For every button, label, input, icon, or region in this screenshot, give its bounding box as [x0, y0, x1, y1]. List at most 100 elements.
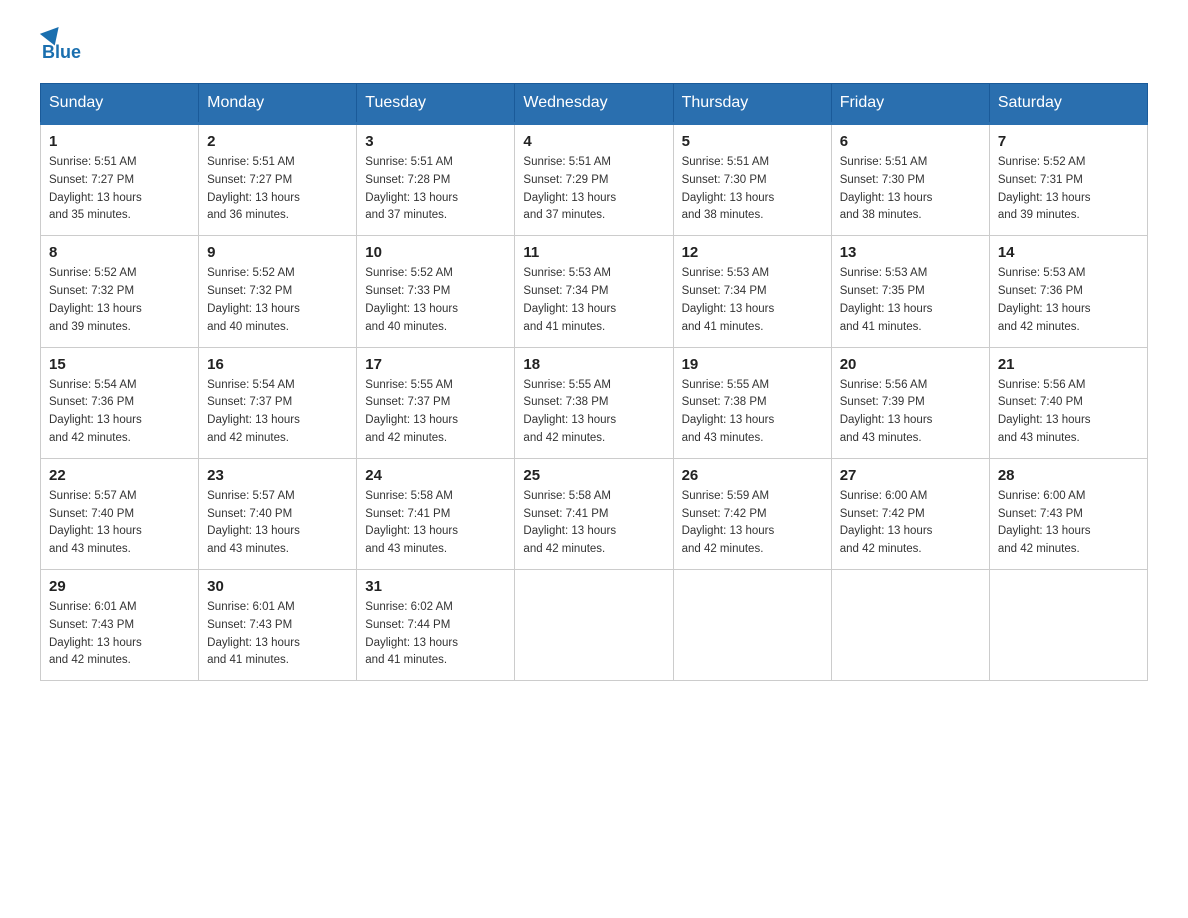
calendar-day-header: Monday [199, 84, 357, 124]
day-number: 21 [998, 356, 1139, 373]
calendar-header-row: SundayMondayTuesdayWednesdayThursdayFrid… [41, 84, 1148, 124]
day-number: 6 [840, 133, 981, 150]
day-number: 17 [365, 356, 506, 373]
day-number: 4 [523, 133, 664, 150]
calendar-day-cell: 21Sunrise: 5:56 AMSunset: 7:40 PMDayligh… [989, 347, 1147, 458]
day-info: Sunrise: 5:51 AMSunset: 7:27 PMDaylight:… [207, 154, 348, 225]
day-info: Sunrise: 5:52 AMSunset: 7:32 PMDaylight:… [207, 265, 348, 336]
calendar-day-cell: 28 Sunrise: 6:00 AMSunset: 7:43 PMDayligh… [989, 458, 1147, 569]
day-info: Sunrise: 5:58 AMSunset: 7:41 PMDaylight:… [365, 488, 506, 559]
day-info: Sunrise: 5:51 AMSunset: 7:28 PMDaylight:… [365, 154, 506, 225]
day-number: 7 [998, 133, 1139, 150]
day-number: 14 [998, 244, 1139, 261]
day-info: Sunrise: 5:57 AMSunset: 7:40 PMDaylight:… [49, 488, 190, 559]
calendar-day-cell [673, 570, 831, 681]
calendar-week-row: 22 Sunrise: 5:57 AMSunset: 7:40 PMDayligh… [41, 458, 1148, 569]
day-number: 18 [523, 356, 664, 373]
calendar-day-cell: 24 Sunrise: 5:58 AMSunset: 7:41 PMDayligh… [357, 458, 515, 569]
calendar-day-header: Tuesday [357, 84, 515, 124]
day-number: 2 [207, 133, 348, 150]
day-info: Sunrise: 6:01 AMSunset: 7:43 PMDaylight:… [207, 599, 348, 670]
day-number: 28 [998, 467, 1139, 484]
calendar-day-cell [831, 570, 989, 681]
calendar-day-cell: 11Sunrise: 5:53 AMSunset: 7:34 PMDayligh… [515, 236, 673, 347]
day-number: 27 [840, 467, 981, 484]
day-number: 22 [49, 467, 190, 484]
calendar-day-cell: 2 Sunrise: 5:51 AMSunset: 7:27 PMDaylight… [199, 124, 357, 236]
calendar-day-cell: 9 Sunrise: 5:52 AMSunset: 7:32 PMDaylight… [199, 236, 357, 347]
day-number: 25 [523, 467, 664, 484]
calendar-week-row: 8 Sunrise: 5:52 AMSunset: 7:32 PMDaylight… [41, 236, 1148, 347]
calendar-day-cell: 18 Sunrise: 5:55 AMSunset: 7:38 PMDayligh… [515, 347, 673, 458]
day-info: Sunrise: 5:52 AMSunset: 7:31 PMDaylight:… [998, 154, 1139, 225]
calendar-day-cell: 23Sunrise: 5:57 AMSunset: 7:40 PMDayligh… [199, 458, 357, 569]
day-info: Sunrise: 5:51 AMSunset: 7:30 PMDaylight:… [840, 154, 981, 225]
calendar-day-cell: 10 Sunrise: 5:52 AMSunset: 7:33 PMDayligh… [357, 236, 515, 347]
calendar-day-cell: 19Sunrise: 5:55 AMSunset: 7:38 PMDayligh… [673, 347, 831, 458]
day-info: Sunrise: 6:01 AMSunset: 7:43 PMDaylight:… [49, 599, 190, 670]
calendar-day-cell: 31Sunrise: 6:02 AMSunset: 7:44 PMDayligh… [357, 570, 515, 681]
calendar-week-row: 29 Sunrise: 6:01 AMSunset: 7:43 PMDayligh… [41, 570, 1148, 681]
calendar-day-cell: 13 Sunrise: 5:53 AMSunset: 7:35 PMDayligh… [831, 236, 989, 347]
day-info: Sunrise: 6:00 AMSunset: 7:42 PMDaylight:… [840, 488, 981, 559]
day-info: Sunrise: 5:51 AMSunset: 7:29 PMDaylight:… [523, 154, 664, 225]
day-number: 9 [207, 244, 348, 261]
page-header: Blue [40, 30, 1148, 63]
calendar-day-cell: 15 Sunrise: 5:54 AMSunset: 7:36 PMDayligh… [41, 347, 199, 458]
calendar-day-cell: 27 Sunrise: 6:00 AMSunset: 7:42 PMDayligh… [831, 458, 989, 569]
calendar-day-cell: 26Sunrise: 5:59 AMSunset: 7:42 PMDayligh… [673, 458, 831, 569]
day-info: Sunrise: 5:54 AMSunset: 7:36 PMDaylight:… [49, 377, 190, 448]
calendar-table: SundayMondayTuesdayWednesdayThursdayFrid… [40, 83, 1148, 681]
calendar-day-header: Sunday [41, 84, 199, 124]
day-info: Sunrise: 5:55 AMSunset: 7:38 PMDaylight:… [523, 377, 664, 448]
day-number: 15 [49, 356, 190, 373]
calendar-day-cell: 6 Sunrise: 5:51 AMSunset: 7:30 PMDaylight… [831, 124, 989, 236]
day-number: 8 [49, 244, 190, 261]
day-info: Sunrise: 5:52 AMSunset: 7:32 PMDaylight:… [49, 265, 190, 336]
calendar-day-cell: 7 Sunrise: 5:52 AMSunset: 7:31 PMDaylight… [989, 124, 1147, 236]
day-number: 1 [49, 133, 190, 150]
day-number: 13 [840, 244, 981, 261]
calendar-day-header: Saturday [989, 84, 1147, 124]
calendar-day-cell: 12 Sunrise: 5:53 AMSunset: 7:34 PMDayligh… [673, 236, 831, 347]
day-number: 23 [207, 467, 348, 484]
calendar-day-cell: 22 Sunrise: 5:57 AMSunset: 7:40 PMDayligh… [41, 458, 199, 569]
day-info: Sunrise: 6:00 AMSunset: 7:43 PMDaylight:… [998, 488, 1139, 559]
calendar-day-cell: 29 Sunrise: 6:01 AMSunset: 7:43 PMDayligh… [41, 570, 199, 681]
day-number: 3 [365, 133, 506, 150]
day-info: Sunrise: 5:51 AMSunset: 7:27 PMDaylight:… [49, 154, 190, 225]
day-info: Sunrise: 5:58 AMSunset: 7:41 PMDaylight:… [523, 488, 664, 559]
calendar-week-row: 15 Sunrise: 5:54 AMSunset: 7:36 PMDayligh… [41, 347, 1148, 458]
day-number: 31 [365, 578, 506, 595]
calendar-day-cell: 3 Sunrise: 5:51 AMSunset: 7:28 PMDaylight… [357, 124, 515, 236]
day-info: Sunrise: 5:59 AMSunset: 7:42 PMDaylight:… [682, 488, 823, 559]
day-number: 24 [365, 467, 506, 484]
day-number: 12 [682, 244, 823, 261]
day-info: Sunrise: 5:54 AMSunset: 7:37 PMDaylight:… [207, 377, 348, 448]
calendar-day-cell: 20Sunrise: 5:56 AMSunset: 7:39 PMDayligh… [831, 347, 989, 458]
logo: Blue [40, 30, 81, 63]
calendar-week-row: 1 Sunrise: 5:51 AMSunset: 7:27 PMDaylight… [41, 124, 1148, 236]
day-number: 5 [682, 133, 823, 150]
calendar-day-cell: 8 Sunrise: 5:52 AMSunset: 7:32 PMDaylight… [41, 236, 199, 347]
day-info: Sunrise: 5:52 AMSunset: 7:33 PMDaylight:… [365, 265, 506, 336]
calendar-day-cell: 5 Sunrise: 5:51 AMSunset: 7:30 PMDaylight… [673, 124, 831, 236]
calendar-day-cell: 16Sunrise: 5:54 AMSunset: 7:37 PMDayligh… [199, 347, 357, 458]
day-number: 20 [840, 356, 981, 373]
calendar-day-cell: 4 Sunrise: 5:51 AMSunset: 7:29 PMDaylight… [515, 124, 673, 236]
calendar-day-cell: 14Sunrise: 5:53 AMSunset: 7:36 PMDayligh… [989, 236, 1147, 347]
calendar-day-cell: 30 Sunrise: 6:01 AMSunset: 7:43 PMDayligh… [199, 570, 357, 681]
day-number: 30 [207, 578, 348, 595]
day-info: Sunrise: 5:55 AMSunset: 7:38 PMDaylight:… [682, 377, 823, 448]
day-number: 29 [49, 578, 190, 595]
calendar-day-cell: 25 Sunrise: 5:58 AMSunset: 7:41 PMDayligh… [515, 458, 673, 569]
calendar-day-header: Friday [831, 84, 989, 124]
calendar-day-header: Wednesday [515, 84, 673, 124]
day-info: Sunrise: 5:51 AMSunset: 7:30 PMDaylight:… [682, 154, 823, 225]
day-number: 10 [365, 244, 506, 261]
calendar-day-header: Thursday [673, 84, 831, 124]
day-info: Sunrise: 5:53 AMSunset: 7:35 PMDaylight:… [840, 265, 981, 336]
calendar-day-cell: 17Sunrise: 5:55 AMSunset: 7:37 PMDayligh… [357, 347, 515, 458]
day-info: Sunrise: 5:53 AMSunset: 7:34 PMDaylight:… [682, 265, 823, 336]
calendar-day-cell [515, 570, 673, 681]
